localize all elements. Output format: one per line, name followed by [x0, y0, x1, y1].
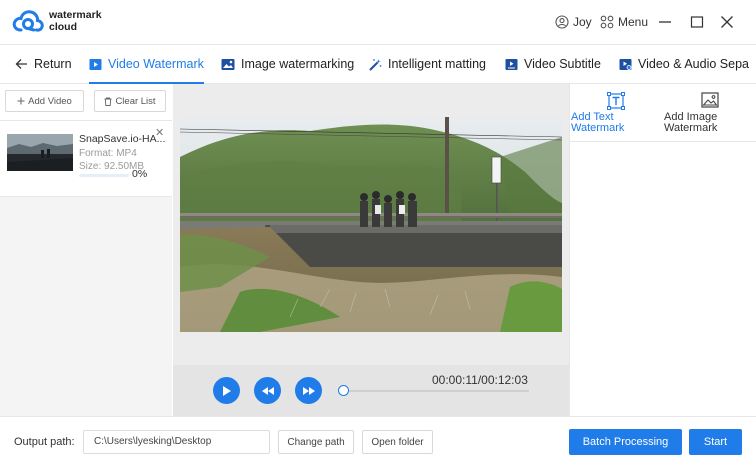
timeline-track[interactable]	[345, 390, 529, 392]
playback-time: 00:00:11/00:12:03	[432, 373, 528, 387]
rewind-icon	[261, 386, 274, 395]
text-watermark-icon	[607, 92, 625, 110]
fast-forward-button[interactable]	[295, 377, 322, 404]
file-list: SnapSave.io-HA... Format: MP4 Size: 92.5…	[0, 120, 172, 416]
output-path-field[interactable]: C:\Users\lyesking\Desktop	[83, 430, 270, 454]
cloud-logo-icon	[12, 10, 44, 32]
tab-video-audio-separation-label: Video & Audio Sepa	[638, 57, 749, 71]
tab-image-watermarking[interactable]: Image watermarking	[221, 45, 354, 83]
fast-forward-icon	[302, 386, 315, 395]
add-image-watermark-button[interactable]: Add Image Watermark	[663, 84, 756, 142]
start-button[interactable]: Start	[689, 429, 742, 455]
image-watermark-icon	[701, 92, 719, 108]
app-logo-text: watermark cloud	[49, 9, 109, 33]
tab-return[interactable]: Return	[15, 45, 72, 83]
clear-list-label: Clear List	[115, 95, 156, 107]
file-list-toolbar: Add Video Clear List	[0, 84, 172, 120]
tab-intelligent-matting[interactable]: Intelligent matting	[369, 45, 486, 83]
add-image-watermark-label: Add Image Watermark	[664, 112, 717, 134]
plus-icon	[17, 97, 25, 105]
video-frame-image	[180, 117, 562, 332]
remove-file-icon[interactable]: ✕	[155, 126, 164, 139]
logo-line1: watermark	[49, 9, 102, 21]
player-controls: 00:00:11/00:12:03	[173, 365, 569, 416]
file-progress-text: 0%	[132, 168, 148, 180]
video-subtitle-icon	[505, 58, 518, 70]
tab-image-watermarking-label: Image watermarking	[241, 57, 355, 71]
tab-video-subtitle[interactable]: Video Subtitle	[505, 45, 601, 83]
user-name: Joy	[573, 15, 592, 29]
change-path-button[interactable]: Change path	[278, 430, 354, 454]
maximize-button[interactable]	[687, 12, 707, 32]
add-text-watermark-button[interactable]: Add Text Watermark	[570, 84, 663, 142]
tab-intelligent-matting-label: Intelligent matting	[388, 57, 486, 71]
video-thumbnail	[7, 134, 73, 171]
feature-tab-bar: Return Video Watermark Image watermarkin…	[0, 44, 756, 84]
add-video-button[interactable]: Add Video	[5, 90, 84, 112]
user-icon	[555, 15, 569, 29]
arrow-left-icon	[15, 59, 27, 69]
file-list-item[interactable]: SnapSave.io-HA... Format: MP4 Size: 92.5…	[0, 121, 172, 197]
minimize-button[interactable]	[655, 12, 675, 32]
watermark-type-panel: Add Text Watermark Add Image Watermark	[569, 84, 756, 416]
file-list-panel: Add Video Clear List SnapSave.io-HA... F…	[0, 84, 172, 416]
tab-video-watermark-label: Video Watermark	[108, 57, 204, 71]
bottom-bar: Output path: C:\Users\lyesking\Desktop C…	[0, 416, 756, 466]
file-progress-bar	[79, 174, 129, 177]
video-preview[interactable]	[180, 117, 562, 332]
video-thumbnail-image	[7, 134, 73, 171]
output-path-label: Output path:	[14, 436, 75, 448]
timeline-scrubber[interactable]	[337, 385, 349, 396]
title-bar: watermark cloud Joy Menu	[0, 0, 756, 44]
preview-area: 00:00:11/00:12:03	[173, 84, 569, 416]
file-name: SnapSave.io-HA...	[79, 133, 166, 145]
file-format: Format: MP4	[79, 148, 137, 159]
image-icon	[221, 58, 235, 70]
menu-button[interactable]: Menu	[600, 13, 648, 31]
close-button[interactable]	[717, 12, 737, 32]
video-audio-icon	[619, 58, 632, 70]
rewind-button[interactable]	[254, 377, 281, 404]
minimize-icon	[659, 21, 671, 23]
add-video-label: Add Video	[28, 95, 72, 107]
image-watermark-line2: Watermark	[664, 122, 718, 134]
tab-video-watermark[interactable]: Video Watermark	[89, 45, 204, 84]
clear-list-button[interactable]: Clear List	[94, 90, 166, 112]
grid-menu-icon	[600, 15, 614, 29]
user-account[interactable]: Joy	[555, 13, 592, 31]
play-button[interactable]	[213, 377, 240, 404]
close-icon	[721, 16, 733, 28]
tab-return-label: Return	[34, 57, 72, 71]
logo-line2: cloud	[49, 21, 77, 33]
magic-wand-icon	[369, 58, 382, 70]
open-folder-button[interactable]: Open folder	[362, 430, 433, 454]
play-icon	[223, 385, 231, 396]
app-window: watermark cloud Joy Menu Return Video Wa…	[0, 0, 756, 466]
trash-icon	[104, 97, 112, 106]
video-watermark-icon	[89, 58, 102, 70]
maximize-icon	[690, 16, 704, 28]
tab-video-audio-separation[interactable]: Video & Audio Sepa	[619, 45, 749, 83]
menu-label: Menu	[618, 15, 649, 29]
text-watermark-line2: Watermark	[571, 122, 625, 134]
add-text-watermark-label: Add Text Watermark	[571, 112, 624, 134]
tab-video-subtitle-label: Video Subtitle	[524, 57, 601, 71]
batch-processing-button[interactable]: Batch Processing	[569, 429, 682, 455]
